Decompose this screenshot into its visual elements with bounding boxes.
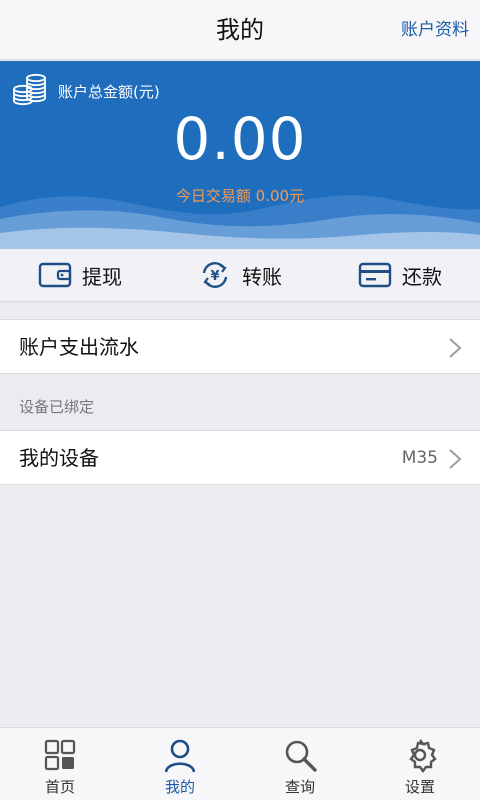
search-icon (285, 740, 317, 772)
tab-home[interactable]: 首页 (0, 728, 120, 800)
card-icon (358, 261, 392, 289)
gear-icon (409, 739, 437, 773)
tab-home-label: 首页 (44, 778, 75, 796)
expense-flow-row[interactable]: 账户支出流水 (0, 319, 480, 374)
my-device-row[interactable]: 我的设备 M35 (0, 430, 480, 485)
tab-mine-label: 我的 (164, 778, 195, 796)
withdraw-button[interactable]: 提现 (0, 249, 160, 301)
total-balance-amount: 0.00 (173, 105, 307, 173)
coin-stack-icon (13, 73, 46, 106)
person-icon (164, 739, 196, 773)
tab-settings[interactable]: 设置 (360, 728, 480, 800)
wallet-icon (38, 261, 72, 289)
chevron-right-icon (449, 338, 462, 358)
account-info-link[interactable]: 账户资料 (401, 0, 469, 60)
withdraw-label: 提现 (82, 264, 122, 289)
top-bar: 我的 账户资料 (0, 0, 480, 60)
repay-label: 还款 (402, 264, 442, 289)
tab-query-label: 查询 (284, 778, 315, 796)
today-volume: 今日交易额 0.00元 (175, 187, 305, 205)
svg-text:¥: ¥ (210, 269, 219, 284)
expense-flow-label: 账户支出流水 (19, 335, 139, 359)
transfer-button[interactable]: ¥ 转账 (160, 249, 320, 301)
device-model-value: M35 (401, 448, 438, 468)
my-device-label: 我的设备 (19, 446, 99, 470)
quick-actions: 提现 ¥ 转账 还款 (0, 249, 480, 302)
grid-home-icon (44, 739, 76, 771)
chevron-right-icon (449, 449, 462, 469)
total-balance-label: 账户总金额(元) (58, 83, 160, 101)
device-section-label: 设备已绑定 (19, 398, 95, 416)
account-balance-banner: 账户总金额(元) 0.00 今日交易额 0.00元 (0, 61, 480, 249)
tab-query[interactable]: 查询 (240, 728, 360, 800)
bottom-tab-bar: 首页 我的 查询 设置 (0, 727, 480, 800)
transfer-label: 转账 (242, 264, 282, 289)
tab-settings-label: 设置 (404, 778, 435, 796)
yen-transfer-icon: ¥ (198, 261, 232, 289)
tab-mine[interactable]: 我的 (120, 728, 240, 800)
repay-button[interactable]: 还款 (320, 249, 480, 301)
